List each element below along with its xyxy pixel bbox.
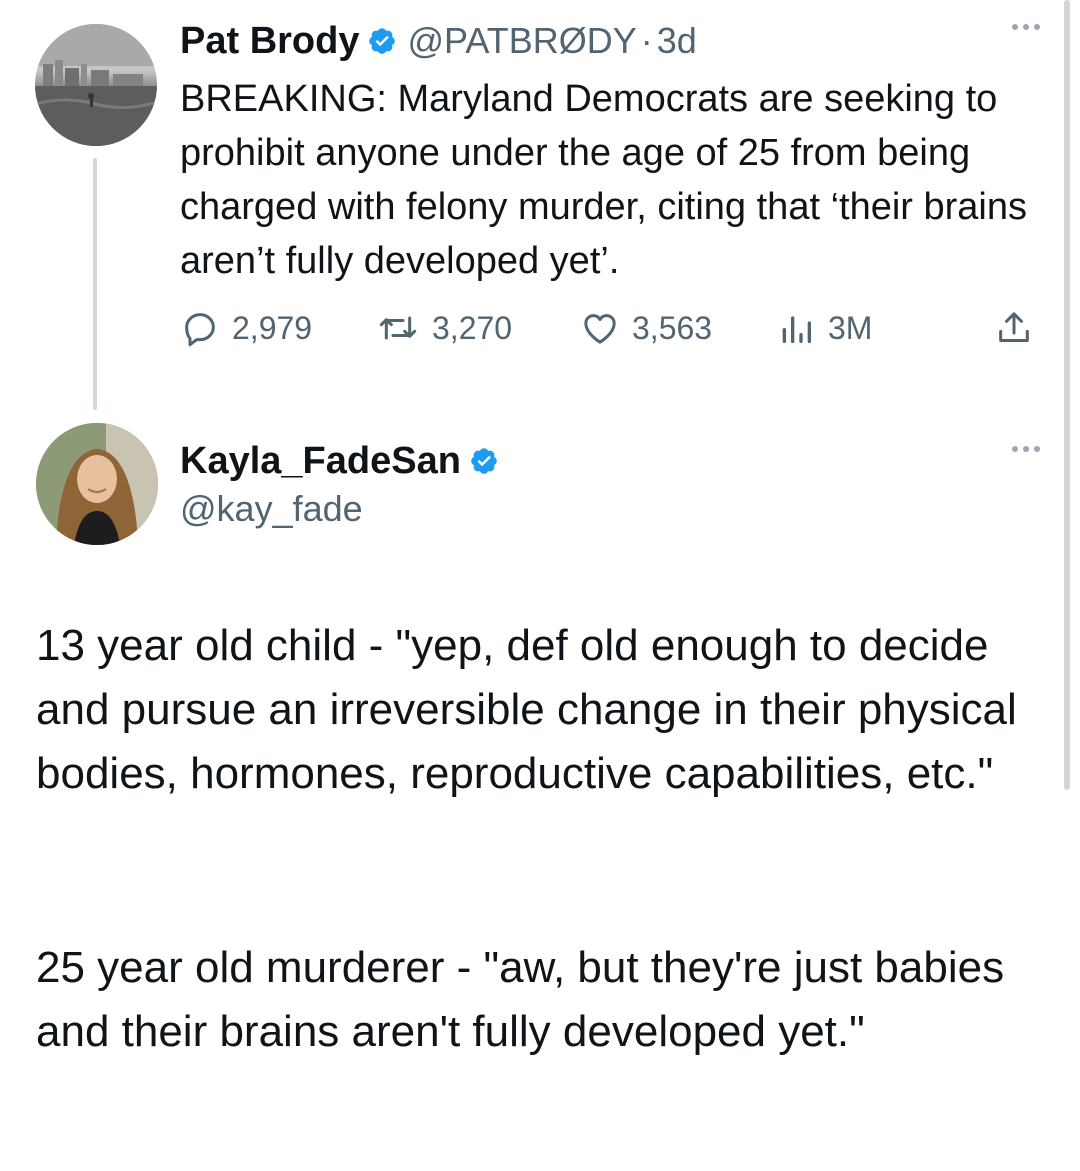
tweet1-text: BREAKING: Maryland Democrats are seeking…	[180, 78, 1027, 282]
kayla-fadesan-avatar[interactable]	[36, 423, 158, 545]
tweet1-header: Pat Brody @PATBRØDY · 3d	[180, 16, 697, 66]
like-button[interactable]: 3,563	[580, 306, 712, 350]
reply-count: 2,979	[232, 309, 313, 346]
retweet-button[interactable]: 3,270	[376, 306, 512, 350]
tweet1-author-handle[interactable]: @PATBRØDY	[407, 20, 636, 62]
share-button[interactable]	[994, 306, 1034, 350]
scrollbar[interactable]	[1064, 0, 1070, 790]
verified-badge-icon	[469, 446, 499, 476]
tweet2-author-name[interactable]: Kayla_FadeSan	[180, 440, 461, 483]
tweet1-timestamp[interactable]: 3d	[657, 20, 697, 62]
thread-connector-line	[93, 158, 97, 410]
reply-button[interactable]: 2,979	[180, 306, 312, 350]
share-icon	[994, 308, 1034, 348]
tweet1-author-name[interactable]: Pat Brody	[180, 20, 359, 63]
retweet-count: 3,270	[432, 309, 513, 346]
more-icon[interactable]	[1012, 446, 1040, 452]
views-button[interactable]: 3M	[776, 306, 872, 350]
tweet2-paragraph-2: 25 year old murderer - "aw, but they're …	[36, 943, 1005, 1056]
more-icon[interactable]	[1012, 24, 1040, 30]
pat-brody-avatar[interactable]	[35, 24, 157, 146]
views-icon	[776, 308, 816, 348]
separator-dot: ·	[640, 20, 653, 61]
reply-icon	[180, 308, 220, 348]
tweet2-paragraph-1: 13 year old child - "yep, def old enough…	[36, 621, 1017, 798]
tweet1-action-bar: 2,979 3,270 3,563 3M	[180, 306, 1042, 350]
retweet-icon	[376, 308, 420, 348]
views-count: 3M	[828, 309, 873, 346]
like-count: 3,563	[632, 309, 713, 346]
tweet2-author-handle[interactable]: @kay_fade	[180, 488, 363, 530]
tweet2-header: Kayla_FadeSan	[180, 436, 499, 486]
verified-badge-icon	[367, 26, 397, 56]
like-icon	[580, 308, 620, 348]
